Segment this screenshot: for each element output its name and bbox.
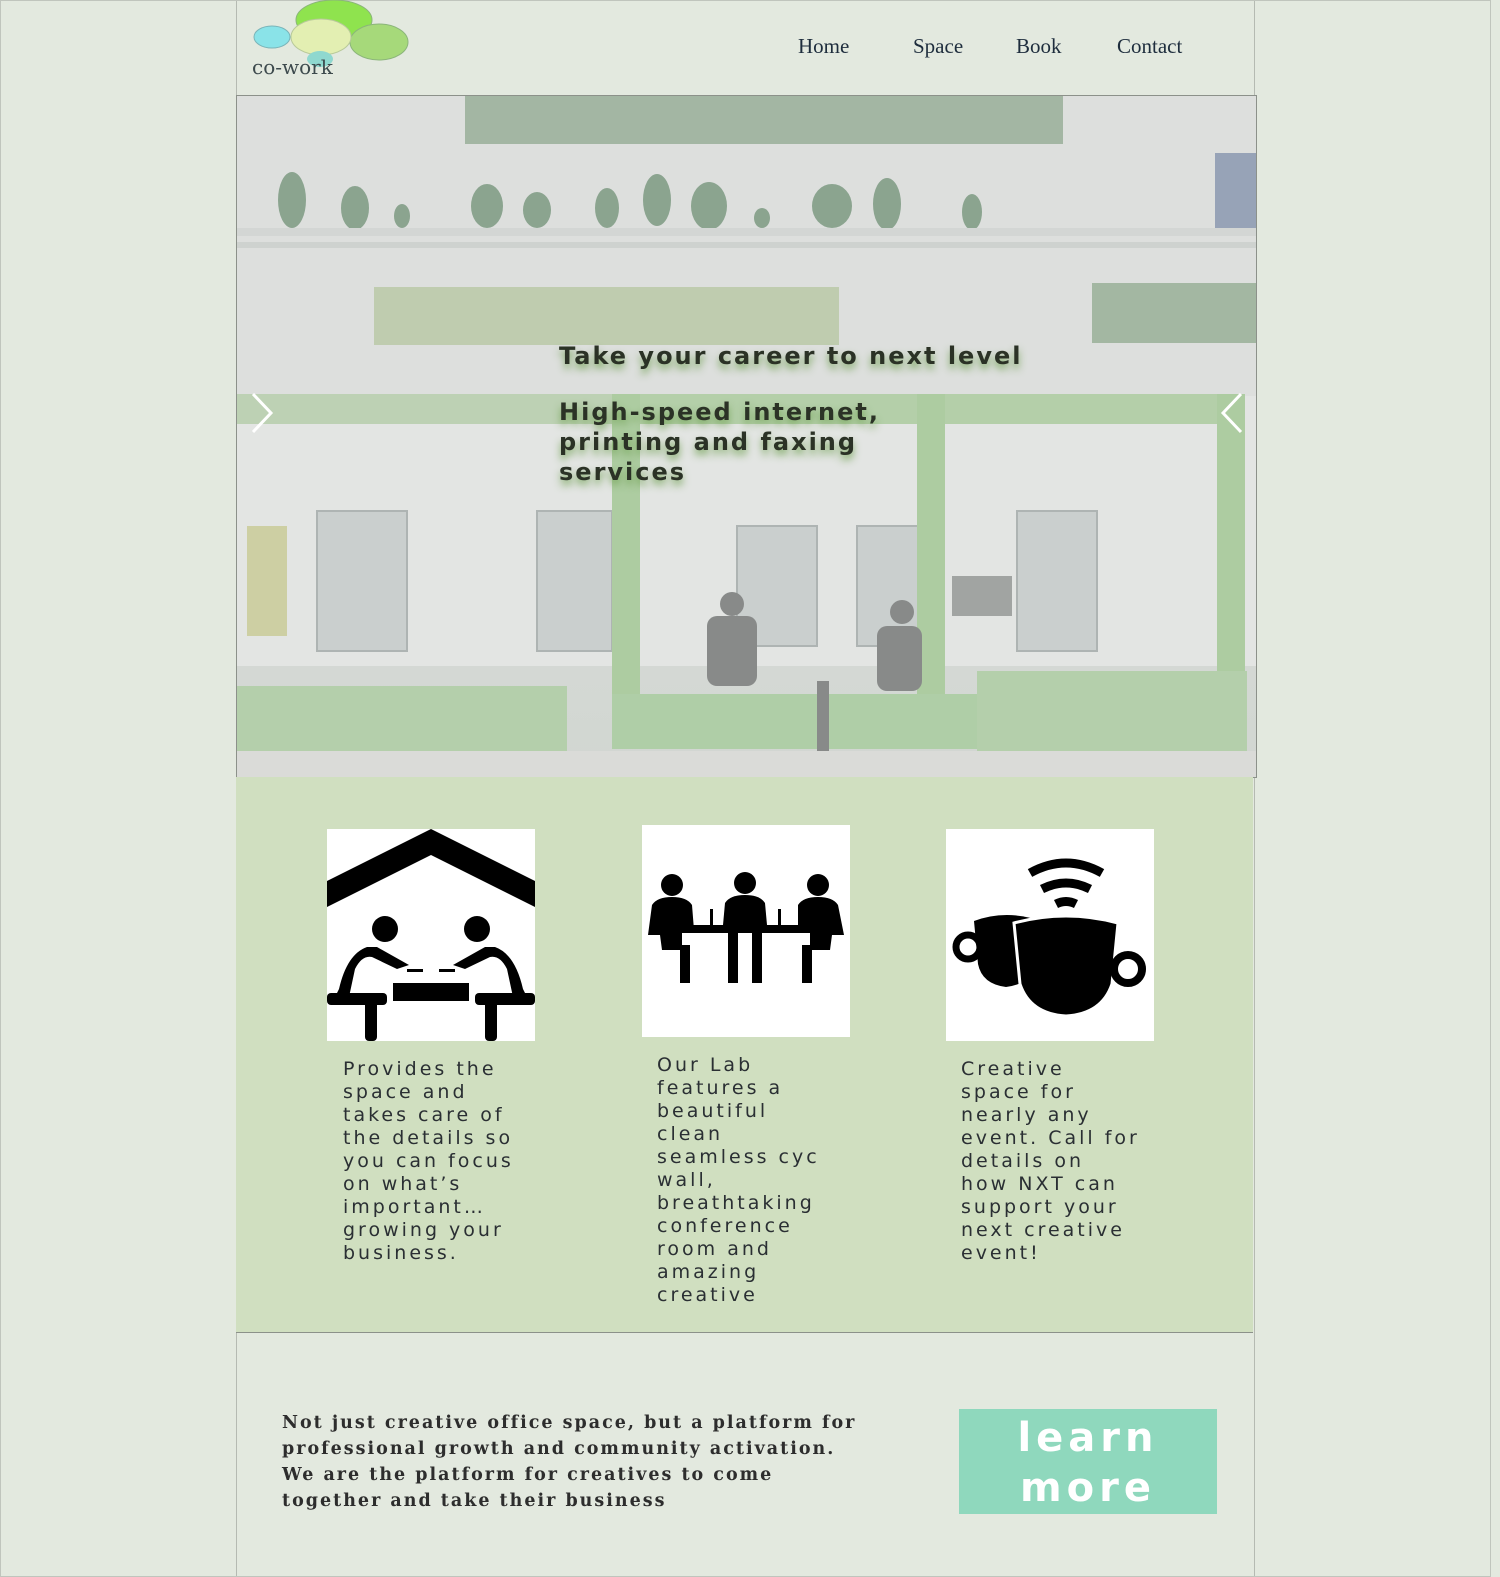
learn-more-button[interactable]: learn more (959, 1409, 1217, 1514)
chevron-right-icon[interactable] (247, 392, 277, 434)
chevron-left-icon[interactable] (1217, 392, 1247, 434)
meeting-room-icon (648, 872, 844, 983)
platform-description: Not just creative office space, but a pl… (282, 1413, 857, 1511)
coworking-people-icon (327, 829, 535, 1041)
nav-item-book[interactable]: Book (1016, 34, 1062, 59)
feature-description: Our Lab features a beautiful clean seaml… (657, 1054, 820, 1306)
features-section: Provides the space and takes care of the… (236, 777, 1253, 1333)
feature-card-image (946, 829, 1154, 1041)
hero-banner: Take your career to next level High-spee… (236, 95, 1257, 778)
hero-subtext: High-speed internet, printing and faxing… (559, 398, 880, 486)
feature-description: Provides the space and takes care of the… (343, 1058, 514, 1264)
nav-item-space[interactable]: Space (913, 34, 963, 59)
feature-description: Creative space for nearly any event. Cal… (961, 1058, 1140, 1264)
feature-card-image (642, 825, 850, 1037)
brand-name: co-work (252, 55, 333, 79)
feature-card-image (327, 829, 535, 1041)
nav-item-contact[interactable]: Contact (1117, 34, 1182, 59)
nav-item-home[interactable]: Home (798, 34, 849, 59)
coffee-wifi-icon (952, 858, 1146, 1018)
hero-headline: Take your career to next level (559, 342, 1023, 370)
